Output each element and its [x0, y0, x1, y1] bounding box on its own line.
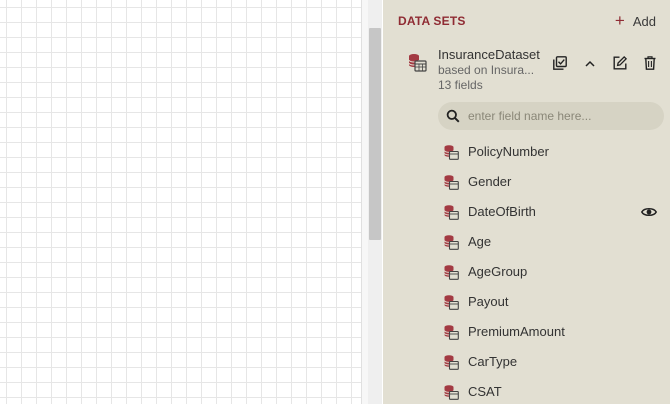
database-table-icon: [408, 54, 427, 72]
dataset-actions: [545, 54, 665, 72]
dataset-field-count: 13 fields: [438, 78, 483, 92]
field-item[interactable]: CarType: [383, 347, 670, 377]
report-canvas[interactable]: [0, 0, 362, 404]
database-field-icon: [444, 235, 459, 250]
field-label: Age: [468, 234, 492, 249]
trash-icon: [644, 56, 656, 70]
field-item[interactable]: Gender: [383, 167, 670, 197]
database-field-icon: [444, 295, 459, 310]
dataset-item[interactable]: InsuranceDataset based on Insura... 13 f…: [383, 44, 670, 96]
add-dataset-button[interactable]: + Add: [615, 12, 656, 30]
eye-icon[interactable]: [641, 206, 657, 218]
field-label: PolicyNumber: [468, 144, 549, 159]
edit-dataset-button[interactable]: [605, 54, 635, 72]
field-label: AgeGroup: [468, 264, 528, 279]
field-list: PolicyNumber Gender DateOfBirth Age AgeG…: [383, 137, 670, 404]
panel-title: DATA SETS: [398, 14, 466, 28]
edit-icon: [613, 56, 627, 70]
dataset-source: based on Insura...: [438, 63, 535, 77]
scrollbar-thumb[interactable]: [369, 28, 381, 240]
database-field-icon: [444, 385, 459, 400]
panel-header: DATA SETS + Add: [383, 0, 670, 42]
field-item[interactable]: Payout: [383, 287, 670, 317]
database-field-icon: [444, 205, 459, 220]
delete-dataset-button[interactable]: [635, 54, 665, 72]
field-item[interactable]: PolicyNumber: [383, 137, 670, 167]
data-sets-panel: DATA SETS + Add InsuranceDataset based o…: [383, 0, 670, 404]
search-icon: [446, 109, 460, 123]
plus-icon: +: [614, 11, 625, 30]
database-field-icon: [444, 145, 459, 160]
field-item[interactable]: DateOfBirth: [383, 197, 670, 227]
select-fields-icon: [553, 56, 567, 70]
field-search: [438, 102, 664, 130]
collapse-button[interactable]: [575, 54, 605, 72]
vertical-scrollbar[interactable]: [368, 0, 382, 404]
chevron-up-icon: [585, 60, 595, 67]
select-fields-button[interactable]: [545, 54, 575, 72]
dataset-name: InsuranceDataset: [438, 47, 540, 62]
field-label: CSAT: [468, 384, 502, 399]
field-search-input[interactable]: [468, 106, 654, 126]
database-field-icon: [444, 175, 459, 190]
database-field-icon: [444, 265, 459, 280]
database-field-icon: [444, 325, 459, 340]
field-label: CarType: [468, 354, 518, 369]
field-item[interactable]: Age: [383, 227, 670, 257]
database-field-icon: [444, 355, 459, 370]
field-item[interactable]: PremiumAmount: [383, 317, 670, 347]
add-label: Add: [632, 13, 656, 29]
field-item[interactable]: CSAT: [383, 377, 670, 404]
field-label: PremiumAmount: [468, 324, 565, 339]
field-item[interactable]: AgeGroup: [383, 257, 670, 287]
field-label: Payout: [468, 294, 509, 309]
field-label: DateOfBirth: [468, 204, 536, 219]
field-label: Gender: [468, 174, 512, 189]
